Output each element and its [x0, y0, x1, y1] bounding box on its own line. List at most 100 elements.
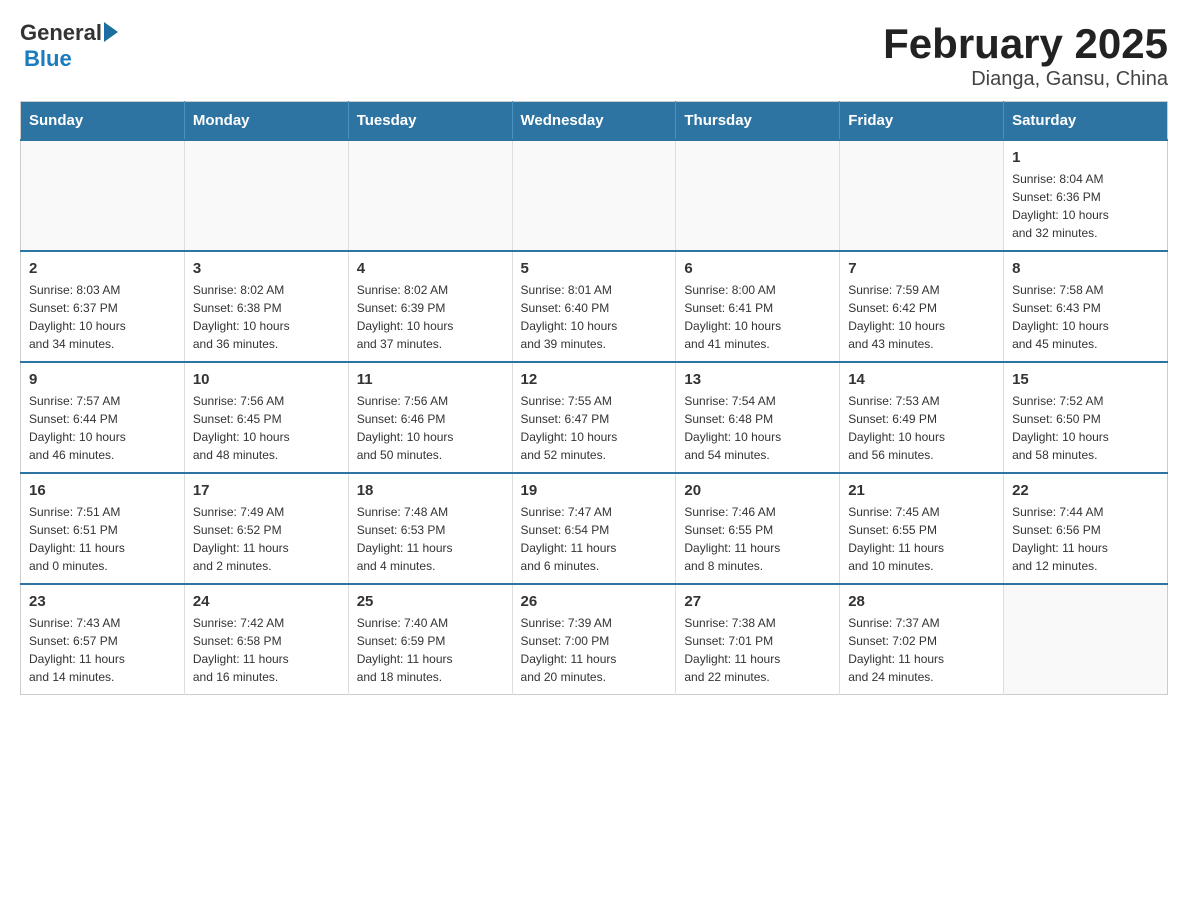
day-number: 5	[521, 260, 668, 277]
day-number: 9	[29, 371, 176, 388]
calendar-week-row: 2 Sunrise: 8:03 AM Sunset: 6:37 PM Daylig…	[21, 251, 1168, 362]
day-number: 19	[521, 482, 668, 499]
calendar-cell	[512, 140, 676, 251]
day-info: Sunrise: 7:38 AM Sunset: 7:01 PM Dayligh…	[684, 614, 831, 686]
day-info: Sunrise: 7:47 AM Sunset: 6:54 PM Dayligh…	[521, 503, 668, 575]
day-info: Sunrise: 7:55 AM Sunset: 6:47 PM Dayligh…	[521, 392, 668, 464]
day-info: Sunrise: 7:46 AM Sunset: 6:55 PM Dayligh…	[684, 503, 831, 575]
calendar-cell: 3 Sunrise: 8:02 AM Sunset: 6:38 PM Daylig…	[184, 251, 348, 362]
day-number: 6	[684, 260, 831, 277]
calendar-cell: 12 Sunrise: 7:55 AM Sunset: 6:47 PM Dayli…	[512, 362, 676, 473]
calendar-cell: 8 Sunrise: 7:58 AM Sunset: 6:43 PM Daylig…	[1004, 251, 1168, 362]
day-number: 21	[848, 482, 995, 499]
calendar-cell: 27 Sunrise: 7:38 AM Sunset: 7:01 PM Dayli…	[676, 584, 840, 695]
logo-blue-text: Blue	[24, 46, 72, 72]
weekday-header-wednesday: Wednesday	[512, 102, 676, 141]
day-number: 27	[684, 593, 831, 610]
calendar-header-row: SundayMondayTuesdayWednesdayThursdayFrid…	[21, 102, 1168, 141]
day-number: 12	[521, 371, 668, 388]
day-number: 4	[357, 260, 504, 277]
day-info: Sunrise: 8:04 AM Sunset: 6:36 PM Dayligh…	[1012, 170, 1159, 242]
day-number: 15	[1012, 371, 1159, 388]
day-info: Sunrise: 8:02 AM Sunset: 6:39 PM Dayligh…	[357, 281, 504, 353]
day-info: Sunrise: 7:42 AM Sunset: 6:58 PM Dayligh…	[193, 614, 340, 686]
day-number: 8	[1012, 260, 1159, 277]
day-info: Sunrise: 7:57 AM Sunset: 6:44 PM Dayligh…	[29, 392, 176, 464]
weekday-header-thursday: Thursday	[676, 102, 840, 141]
weekday-header-friday: Friday	[840, 102, 1004, 141]
day-number: 17	[193, 482, 340, 499]
calendar-cell: 7Sunrise: 7:59 AM Sunset: 6:42 PM Daylig…	[840, 251, 1004, 362]
calendar-cell: 26 Sunrise: 7:39 AM Sunset: 7:00 PM Dayli…	[512, 584, 676, 695]
calendar-title: February 2025	[883, 20, 1168, 68]
day-info: Sunrise: 7:56 AM Sunset: 6:45 PM Dayligh…	[193, 392, 340, 464]
day-info: Sunrise: 7:44 AM Sunset: 6:56 PM Dayligh…	[1012, 503, 1159, 575]
day-info: Sunrise: 7:43 AM Sunset: 6:57 PM Dayligh…	[29, 614, 176, 686]
day-number: 24	[193, 593, 340, 610]
day-number: 10	[193, 371, 340, 388]
calendar-cell: 6 Sunrise: 8:00 AM Sunset: 6:41 PM Daylig…	[676, 251, 840, 362]
day-number: 28	[848, 593, 995, 610]
day-info: Sunrise: 8:02 AM Sunset: 6:38 PM Dayligh…	[193, 281, 340, 353]
day-info: Sunrise: 7:56 AM Sunset: 6:46 PM Dayligh…	[357, 392, 504, 464]
calendar-cell: 16 Sunrise: 7:51 AM Sunset: 6:51 PM Dayli…	[21, 473, 185, 584]
calendar-week-row: 23 Sunrise: 7:43 AM Sunset: 6:57 PM Dayli…	[21, 584, 1168, 695]
day-number: 3	[193, 260, 340, 277]
day-number: 25	[357, 593, 504, 610]
calendar-table: SundayMondayTuesdayWednesdayThursdayFrid…	[20, 101, 1168, 695]
page-header: General Blue February 2025 Dianga, Gansu…	[20, 20, 1168, 91]
calendar-cell: 17Sunrise: 7:49 AM Sunset: 6:52 PM Dayli…	[184, 473, 348, 584]
calendar-cell: 22 Sunrise: 7:44 AM Sunset: 6:56 PM Dayli…	[1004, 473, 1168, 584]
day-info: Sunrise: 8:01 AM Sunset: 6:40 PM Dayligh…	[521, 281, 668, 353]
day-number: 2	[29, 260, 176, 277]
logo-arrow-icon	[104, 22, 118, 42]
calendar-cell	[348, 140, 512, 251]
calendar-cell	[21, 140, 185, 251]
calendar-cell: 20 Sunrise: 7:46 AM Sunset: 6:55 PM Dayli…	[676, 473, 840, 584]
calendar-cell: 4 Sunrise: 8:02 AM Sunset: 6:39 PM Daylig…	[348, 251, 512, 362]
calendar-cell: 1 Sunrise: 8:04 AM Sunset: 6:36 PM Daylig…	[1004, 140, 1168, 251]
calendar-subtitle: Dianga, Gansu, China	[883, 68, 1168, 91]
calendar-cell: 23 Sunrise: 7:43 AM Sunset: 6:57 PM Dayli…	[21, 584, 185, 695]
calendar-cell	[184, 140, 348, 251]
calendar-week-row: 1 Sunrise: 8:04 AM Sunset: 6:36 PM Daylig…	[21, 140, 1168, 251]
calendar-cell: 18 Sunrise: 7:48 AM Sunset: 6:53 PM Dayli…	[348, 473, 512, 584]
calendar-cell	[676, 140, 840, 251]
day-info: Sunrise: 8:00 AM Sunset: 6:41 PM Dayligh…	[684, 281, 831, 353]
day-number: 20	[684, 482, 831, 499]
day-number: 26	[521, 593, 668, 610]
title-block: February 2025 Dianga, Gansu, China	[883, 20, 1168, 91]
calendar-cell: 2 Sunrise: 8:03 AM Sunset: 6:37 PM Daylig…	[21, 251, 185, 362]
calendar-cell: 14 Sunrise: 7:53 AM Sunset: 6:49 PM Dayli…	[840, 362, 1004, 473]
weekday-header-saturday: Saturday	[1004, 102, 1168, 141]
day-number: 11	[357, 371, 504, 388]
day-info: Sunrise: 7:39 AM Sunset: 7:00 PM Dayligh…	[521, 614, 668, 686]
weekday-header-sunday: Sunday	[21, 102, 185, 141]
day-info: Sunrise: 7:45 AM Sunset: 6:55 PM Dayligh…	[848, 503, 995, 575]
calendar-cell: 28 Sunrise: 7:37 AM Sunset: 7:02 PM Dayli…	[840, 584, 1004, 695]
day-info: Sunrise: 7:37 AM Sunset: 7:02 PM Dayligh…	[848, 614, 995, 686]
day-info: Sunrise: 7:48 AM Sunset: 6:53 PM Dayligh…	[357, 503, 504, 575]
calendar-cell: 21 Sunrise: 7:45 AM Sunset: 6:55 PM Dayli…	[840, 473, 1004, 584]
logo-general-text: General	[20, 20, 102, 46]
day-info: Sunrise: 7:53 AM Sunset: 6:49 PM Dayligh…	[848, 392, 995, 464]
calendar-cell: 9 Sunrise: 7:57 AM Sunset: 6:44 PM Daylig…	[21, 362, 185, 473]
day-number: 7	[848, 260, 995, 277]
day-info: Sunrise: 7:51 AM Sunset: 6:51 PM Dayligh…	[29, 503, 176, 575]
weekday-header-tuesday: Tuesday	[348, 102, 512, 141]
calendar-week-row: 9 Sunrise: 7:57 AM Sunset: 6:44 PM Daylig…	[21, 362, 1168, 473]
calendar-cell: 10 Sunrise: 7:56 AM Sunset: 6:45 PM Dayli…	[184, 362, 348, 473]
day-number: 1	[1012, 149, 1159, 166]
day-number: 18	[357, 482, 504, 499]
day-info: Sunrise: 8:03 AM Sunset: 6:37 PM Dayligh…	[29, 281, 176, 353]
calendar-cell: 15Sunrise: 7:52 AM Sunset: 6:50 PM Dayli…	[1004, 362, 1168, 473]
day-info: Sunrise: 7:40 AM Sunset: 6:59 PM Dayligh…	[357, 614, 504, 686]
day-number: 16	[29, 482, 176, 499]
day-number: 22	[1012, 482, 1159, 499]
calendar-cell	[1004, 584, 1168, 695]
calendar-week-row: 16 Sunrise: 7:51 AM Sunset: 6:51 PM Dayli…	[21, 473, 1168, 584]
day-info: Sunrise: 7:58 AM Sunset: 6:43 PM Dayligh…	[1012, 281, 1159, 353]
day-number: 14	[848, 371, 995, 388]
day-number: 23	[29, 593, 176, 610]
logo: General Blue	[20, 20, 118, 72]
